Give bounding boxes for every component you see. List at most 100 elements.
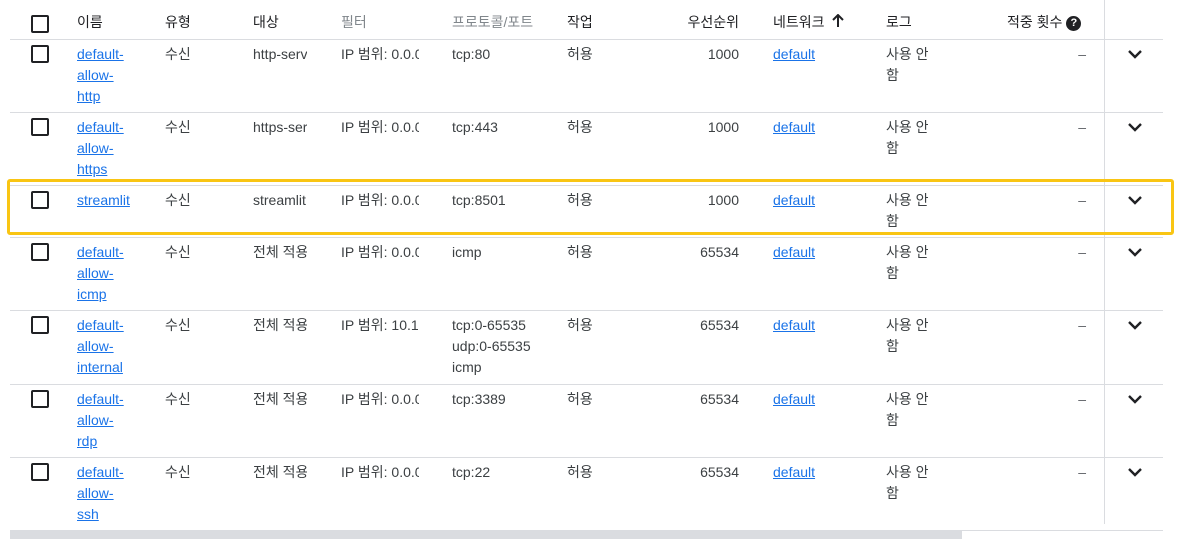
network-link[interactable]: default [773, 391, 815, 407]
target-cell: 전체 적용 [253, 317, 307, 333]
rule-name-link[interactable]: allow- [77, 412, 114, 428]
protocol-port-value: tcp:3389 [452, 391, 506, 407]
network-link[interactable]: default [773, 317, 815, 333]
log-value: 사용 안 [886, 46, 929, 62]
direction-cell: 수신 [165, 119, 191, 135]
action-cell: 허용 [567, 46, 593, 62]
log-value: 함 [886, 485, 899, 501]
help-circle-icon[interactable]: ? [1066, 15, 1082, 31]
network-link[interactable]: default [773, 464, 815, 480]
rule-name-link[interactable]: internal [77, 359, 123, 375]
hit-count-cell: – [1078, 244, 1086, 260]
chevron-down-icon[interactable] [1125, 44, 1145, 64]
row-checkbox[interactable] [31, 463, 49, 481]
filter-cell: IP 범위: 0.0.0 [341, 391, 419, 407]
protocol-port-value: udp:0-65535 [452, 338, 531, 354]
log-cell: 사용 안함 [886, 44, 929, 86]
rule-name-link[interactable]: allow- [77, 485, 114, 501]
log-value: 함 [886, 140, 899, 156]
rule-name-link[interactable]: default- [77, 119, 124, 135]
action-cell: 허용 [567, 119, 593, 135]
protocol-port-cell: icmp [452, 242, 482, 263]
priority-cell: 65534 [700, 464, 739, 480]
hit-count-cell: – [1078, 317, 1086, 333]
column-header-name[interactable]: 이름 [77, 12, 103, 32]
horizontal-scrollbar[interactable] [10, 530, 962, 539]
rule-name-link[interactable]: icmp [77, 286, 107, 302]
direction-cell: 수신 [165, 317, 191, 333]
chevron-down-icon[interactable] [1125, 242, 1145, 262]
priority-cell: 65534 [700, 317, 739, 333]
column-header-type[interactable]: 유형 [165, 12, 191, 32]
row-checkbox[interactable] [31, 316, 49, 334]
protocol-port-cell: tcp:80 [452, 44, 490, 65]
rule-name-link[interactable]: ssh [77, 506, 99, 522]
protocol-port-cell: tcp:22 [452, 462, 490, 483]
log-value: 사용 안 [886, 464, 929, 480]
target-cell: 전체 적용 [253, 464, 307, 480]
rule-name-link[interactable]: default- [77, 46, 124, 62]
chevron-down-icon[interactable] [1125, 389, 1145, 409]
rule-name-link[interactable]: http [77, 88, 100, 104]
column-header-action[interactable]: 작업 [567, 12, 593, 32]
rule-name-link[interactable]: default- [77, 244, 124, 260]
chevron-down-icon[interactable] [1125, 117, 1145, 137]
row-checkbox[interactable] [31, 118, 49, 136]
row-checkbox[interactable] [31, 390, 49, 408]
chevron-down-icon[interactable] [1125, 315, 1145, 335]
log-cell: 사용 안함 [886, 315, 929, 357]
column-header-priority[interactable]: 우선순위 [650, 12, 739, 32]
rule-name-link[interactable]: allow- [77, 338, 114, 354]
network-link[interactable]: default [773, 244, 815, 260]
column-header-hit-count-label: 적중 횟수 [1007, 14, 1063, 30]
chevron-down-icon[interactable] [1125, 462, 1145, 482]
log-cell: 사용 안함 [886, 462, 929, 504]
rule-name-cell: default-allow-http [77, 44, 124, 107]
network-link[interactable]: default [773, 46, 815, 62]
rule-name-cell: default-allow-icmp [77, 242, 124, 305]
select-all-checkbox[interactable] [31, 15, 49, 33]
protocol-port-cell: tcp:0-65535 udp:0-65535 icmp [452, 315, 531, 378]
log-cell: 사용 안함 [886, 117, 929, 159]
action-cell: 허용 [567, 244, 593, 260]
protocol-port-value: tcp:0-65535 [452, 317, 526, 333]
table-row: default-allow-https 수신 https-ser IP 범위: 0.0… [10, 113, 1163, 186]
log-value: 사용 안 [886, 391, 929, 407]
row-checkbox[interactable] [31, 243, 49, 261]
rule-name-link[interactable]: default- [77, 317, 124, 333]
table-header: 이름 유형 대상 필터 프로토콜/포트 작업 우선순위 네트워크 로그 적중 횟… [10, 0, 1163, 40]
target-cell: http-serv [253, 46, 307, 62]
network-cell: default [773, 462, 815, 483]
rule-name-link[interactable]: https [77, 161, 107, 177]
firewall-rules-table: 이름 유형 대상 필터 프로토콜/포트 작업 우선순위 네트워크 로그 적중 횟… [10, 0, 1163, 531]
rule-name-link[interactable]: default- [77, 464, 124, 480]
network-link[interactable]: default [773, 119, 815, 135]
arrow-up-icon[interactable] [831, 13, 845, 33]
direction-cell: 수신 [165, 391, 191, 407]
protocol-port-value: tcp:80 [452, 46, 491, 62]
row-checkbox[interactable] [31, 45, 49, 63]
rule-name-link[interactable]: allow- [77, 67, 114, 83]
column-header-hit-count[interactable]: 적중 횟수? [1007, 12, 1082, 32]
column-header-log[interactable]: 로그 [886, 12, 912, 32]
filter-cell: IP 범위: 10.1 [341, 317, 419, 333]
column-header-network[interactable]: 네트워크 [773, 12, 845, 33]
log-value: 함 [886, 67, 899, 83]
priority-cell: 65534 [700, 244, 739, 260]
action-cell: 허용 [567, 317, 593, 333]
action-cell: 허용 [567, 391, 593, 407]
direction-cell: 수신 [165, 464, 191, 480]
column-header-network-label: 네트워크 [773, 14, 825, 30]
log-value: 함 [886, 265, 899, 281]
rule-name-link[interactable]: allow- [77, 140, 114, 156]
direction-cell: 수신 [165, 46, 191, 62]
rule-name-link[interactable]: allow- [77, 265, 114, 281]
hit-count-cell: – [1078, 464, 1086, 480]
hit-count-cell: – [1078, 391, 1086, 407]
rule-name-link[interactable]: default- [77, 391, 124, 407]
column-header-target[interactable]: 대상 [253, 12, 279, 32]
rule-name-link[interactable]: rdp [77, 433, 97, 449]
filter-cell: IP 범위: 0.0.0 [341, 244, 419, 260]
protocol-port-value: tcp:22 [452, 464, 491, 480]
log-value: 함 [886, 412, 899, 428]
